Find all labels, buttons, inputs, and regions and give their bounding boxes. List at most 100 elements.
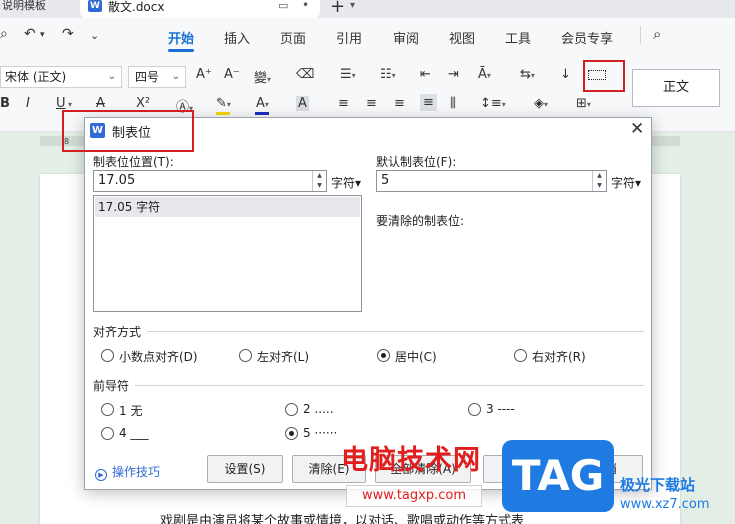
underline-button[interactable]: U bbox=[56, 96, 66, 111]
close-tab-icon[interactable]: • bbox=[302, 0, 309, 12]
tab-inactive[interactable]: 说明模板 bbox=[0, 0, 76, 16]
radio-align-left[interactable] bbox=[239, 349, 252, 362]
word-app-icon: W bbox=[90, 123, 105, 138]
tips-link[interactable]: ▶ 操作技巧 bbox=[95, 463, 160, 481]
radio-label: 3 ---- bbox=[486, 402, 515, 416]
text-effects-icon[interactable]: Ā▾ bbox=[478, 67, 491, 82]
word-doc-icon: W bbox=[88, 0, 102, 12]
shrink-font-icon[interactable]: A⁻ bbox=[224, 67, 240, 82]
chevron-down-icon: ⌄ bbox=[107, 71, 116, 82]
tab-home[interactable]: 开始 bbox=[168, 28, 194, 47]
radio-leader-dots[interactable] bbox=[285, 403, 298, 416]
highlight-icon[interactable]: ✎▾ bbox=[216, 96, 231, 111]
document-body-text: 戏剧是由演员将某个故事或情境，以对话、歌唱或动作等方式表 bbox=[160, 514, 525, 524]
radio-align-center[interactable] bbox=[377, 349, 390, 362]
bold-button[interactable]: B bbox=[0, 96, 10, 111]
radio-label: 小数点对齐(D) bbox=[119, 350, 198, 364]
undo-dropdown-icon[interactable]: ▾ bbox=[40, 30, 45, 40]
tab-document-title: 散文.docx bbox=[108, 0, 165, 14]
leader-group-label: 前导符 bbox=[93, 379, 130, 393]
grow-font-icon[interactable]: A⁺ bbox=[196, 67, 212, 82]
justify-icon[interactable]: ≡ bbox=[420, 94, 437, 111]
new-tab-button[interactable]: + bbox=[330, 0, 345, 17]
tab-page[interactable]: 页面 bbox=[280, 28, 306, 47]
superscript-button[interactable]: X² bbox=[136, 96, 150, 111]
tab-strip: 说明模板 W 散文.docx ▭ • + ▾ bbox=[0, 0, 735, 18]
line-spacing-icon[interactable]: ↕≡▾ bbox=[480, 96, 506, 111]
radio-leader-middle-dots[interactable] bbox=[285, 427, 298, 440]
chevron-down-icon[interactable]: ⌄ bbox=[90, 29, 99, 42]
spin-arrows-icon[interactable]: ▲ ▼ bbox=[312, 171, 326, 191]
set-button[interactable]: 设置(S) bbox=[207, 455, 283, 483]
ruler-marker: 8 bbox=[64, 137, 70, 146]
divider bbox=[135, 385, 644, 386]
undo-icon[interactable]: ↶ bbox=[24, 26, 36, 42]
tab-stops-list[interactable]: 17.05 字符 bbox=[93, 195, 362, 312]
phonetic-guide-icon[interactable]: 變▾ bbox=[254, 67, 271, 86]
shading-icon[interactable]: ◈▾ bbox=[534, 96, 548, 111]
list-item[interactable]: 17.05 字符 bbox=[95, 197, 360, 217]
increase-indent-icon[interactable]: ⇥ bbox=[448, 67, 459, 82]
radio-label: 居中(C) bbox=[395, 350, 437, 364]
align-right-icon[interactable]: ≡ bbox=[394, 96, 405, 111]
font-name-value: 宋体 (正文) bbox=[5, 70, 67, 84]
radio-label: 左对齐(L) bbox=[257, 350, 310, 364]
bullet-list-icon[interactable]: ☰▾ bbox=[340, 67, 356, 82]
tab-view[interactable]: 视图 bbox=[449, 28, 475, 47]
tab-position-label: 制表位位置(T): bbox=[93, 155, 174, 169]
radio-label: 右对齐(R) bbox=[532, 350, 586, 364]
default-tab-value: 5 bbox=[381, 173, 390, 188]
default-tab-unit-select[interactable]: 字符▾ bbox=[611, 174, 641, 191]
tab-document[interactable]: W 散文.docx ▭ • bbox=[80, 0, 320, 18]
search-icon[interactable]: ⌕ bbox=[653, 25, 661, 43]
radio-leader-none[interactable] bbox=[101, 403, 114, 416]
radio-leader-dashes[interactable] bbox=[468, 403, 481, 416]
style-normal[interactable]: 正文 bbox=[632, 69, 720, 107]
numbered-list-icon[interactable]: ☷▾ bbox=[380, 67, 396, 82]
character-shading-icon[interactable]: A bbox=[296, 96, 309, 111]
font-name-select[interactable]: 宋体 (正文) ⌄ bbox=[0, 66, 122, 88]
radio-label: 5 ······ bbox=[303, 426, 338, 440]
distribute-icon[interactable]: ⫼ bbox=[450, 96, 456, 111]
tab-tools[interactable]: 工具 bbox=[505, 28, 531, 47]
monitor-icon[interactable]: ▭ bbox=[278, 0, 288, 12]
tab-insert[interactable]: 插入 bbox=[224, 28, 250, 47]
redo-icon[interactable]: ↷ bbox=[62, 26, 74, 42]
font-color-icon[interactable]: A▾ bbox=[256, 96, 269, 111]
tab-position-input[interactable]: 17.05 ▲ ▼ bbox=[93, 170, 327, 192]
radio-label: 2 ..... bbox=[303, 402, 334, 416]
tab-stops-icon[interactable] bbox=[588, 70, 606, 80]
dialog-title: 制表位 bbox=[112, 126, 152, 141]
tab-stops-dialog: W 制表位 ✕ 制表位位置(T): 17.05 ▲ ▼ 字符▾ 17.05 字符 … bbox=[84, 117, 652, 490]
tab-references[interactable]: 引用 bbox=[336, 28, 362, 47]
clear-format-icon[interactable]: ⌫ bbox=[296, 67, 314, 82]
chevron-down-icon: ⌄ bbox=[171, 71, 180, 82]
chevron-down-icon[interactable]: ▾ bbox=[350, 0, 355, 11]
search-icon[interactable]: ⌕ bbox=[0, 26, 8, 42]
close-icon[interactable]: ✕ bbox=[630, 119, 644, 139]
borders-icon[interactable]: ⊞▾ bbox=[576, 96, 591, 111]
tab-position-unit-select[interactable]: 字符▾ bbox=[331, 174, 361, 191]
tab-review[interactable]: 审阅 bbox=[393, 28, 419, 47]
radio-align-right[interactable] bbox=[514, 349, 527, 362]
alignment-group-label: 对齐方式 bbox=[93, 325, 142, 339]
radio-label: 4 ___ bbox=[119, 426, 149, 440]
chevron-down-icon[interactable]: ▾ bbox=[68, 100, 72, 109]
active-tab-indicator bbox=[168, 49, 194, 52]
italic-button[interactable]: I bbox=[26, 96, 30, 111]
default-tab-input[interactable]: 5 ▲ ▼ bbox=[376, 170, 607, 192]
spin-arrows-icon[interactable]: ▲ ▼ bbox=[592, 171, 606, 191]
radio-leader-underline[interactable] bbox=[101, 427, 114, 440]
font-size-select[interactable]: 四号 ⌄ bbox=[128, 66, 186, 88]
tab-membership[interactable]: 会员专享 bbox=[561, 28, 613, 47]
align-left-icon[interactable]: ≡ bbox=[338, 96, 349, 111]
font-size-value: 四号 bbox=[135, 70, 160, 84]
radio-align-decimal[interactable] bbox=[101, 349, 114, 362]
to-clear-label: 要清除的制表位: bbox=[376, 214, 465, 228]
strikethrough-button[interactable]: A bbox=[96, 96, 105, 111]
text-outline-icon[interactable]: Ⓐ▾ bbox=[176, 96, 193, 115]
decrease-indent-icon[interactable]: ⇤ bbox=[420, 67, 431, 82]
text-direction-icon[interactable]: ⇆▾ bbox=[520, 67, 535, 82]
sort-icon[interactable]: ↓ bbox=[560, 67, 571, 82]
align-center-icon[interactable]: ≡ bbox=[366, 96, 377, 111]
